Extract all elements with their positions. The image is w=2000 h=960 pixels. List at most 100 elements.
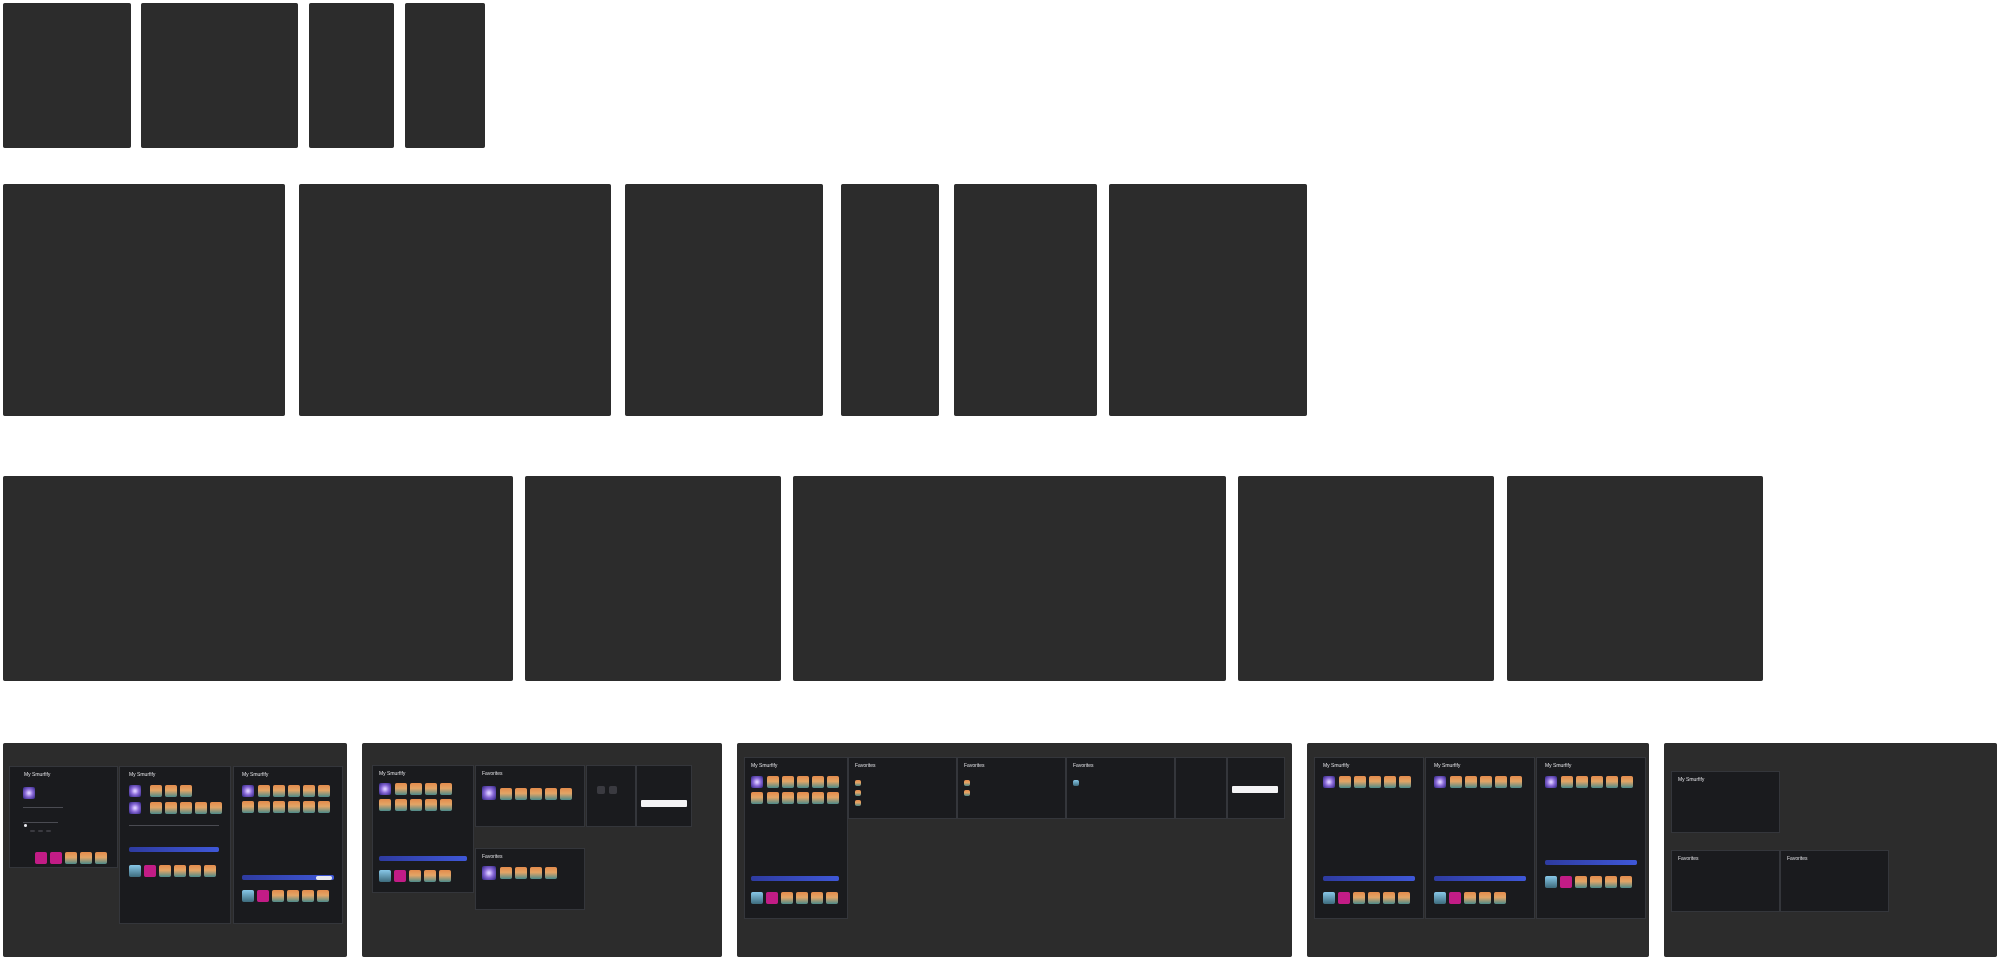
playlist-tile[interactable]: [65, 852, 77, 864]
text-input[interactable]: [1232, 786, 1278, 793]
playlist-tile[interactable]: [545, 867, 557, 879]
playlist-tile[interactable]: [1510, 776, 1522, 788]
playlist-tile[interactable]: [1450, 776, 1462, 788]
playlist-tile[interactable]: [258, 801, 270, 813]
playlist-tile[interactable]: [500, 788, 512, 800]
playlist-tile[interactable]: [1323, 892, 1335, 904]
playlist-tile[interactable]: [395, 799, 407, 811]
playlist-tile[interactable]: [410, 799, 422, 811]
playlist-tile[interactable]: [812, 776, 824, 788]
playlist-tile[interactable]: [80, 852, 92, 864]
playlist-tile[interactable]: [258, 785, 270, 797]
playlist-tile[interactable]: [257, 890, 269, 902]
playlist-tile[interactable]: [1399, 776, 1411, 788]
playlist-tile[interactable]: [303, 801, 315, 813]
playlist-tile[interactable]: [395, 783, 407, 795]
text-input[interactable]: [641, 800, 687, 807]
playlist-tile[interactable]: [180, 785, 192, 797]
playlist-tile[interactable]: [1545, 876, 1557, 888]
playlist-tile[interactable]: [1383, 892, 1395, 904]
playlist-tile[interactable]: [1605, 876, 1617, 888]
playlist-tile[interactable]: [204, 865, 216, 877]
playlist-tile[interactable]: [144, 865, 156, 877]
playlist-tile[interactable]: [50, 852, 62, 864]
playlist-tile[interactable]: [288, 785, 300, 797]
playlist-tile[interactable]: [1354, 776, 1366, 788]
playlist-tile[interactable]: [272, 890, 284, 902]
connect-banner[interactable]: [751, 876, 839, 881]
connect-button[interactable]: [316, 875, 332, 880]
playlist-tile[interactable]: [1384, 776, 1396, 788]
playlist-tile[interactable]: [767, 776, 779, 788]
playlist-tile[interactable]: [751, 792, 763, 804]
playlist-tile[interactable]: [439, 870, 451, 882]
playlist-tile[interactable]: [1561, 776, 1573, 788]
playlist-tile[interactable]: [409, 870, 421, 882]
playlist-tile[interactable]: [150, 802, 162, 814]
playlist-tile[interactable]: [95, 852, 107, 864]
playlist-tile[interactable]: [1434, 892, 1446, 904]
playlist-tile[interactable]: [515, 788, 527, 800]
playlist-tile[interactable]: [1368, 892, 1380, 904]
playlist-tile[interactable]: [1465, 776, 1477, 788]
playlist-tile[interactable]: [1590, 876, 1602, 888]
playlist-tile[interactable]: [210, 802, 222, 814]
playlist-tile[interactable]: [766, 892, 778, 904]
playlist-tile[interactable]: [195, 802, 207, 814]
playlist-tile[interactable]: [318, 801, 330, 813]
playlist-tile[interactable]: [1560, 876, 1572, 888]
playlist-tile[interactable]: [1494, 892, 1506, 904]
playlist-tile[interactable]: [1576, 776, 1588, 788]
playlist-tile[interactable]: [1606, 776, 1618, 788]
playlist-tile[interactable]: [1353, 892, 1365, 904]
playlist-tile[interactable]: [1495, 776, 1507, 788]
connect-banner[interactable]: [1545, 860, 1637, 865]
playlist-tile[interactable]: [288, 801, 300, 813]
playlist-tile[interactable]: [242, 890, 254, 902]
playlist-tile[interactable]: [410, 783, 422, 795]
playlist-tile[interactable]: [545, 788, 557, 800]
connect-banner[interactable]: [379, 856, 467, 861]
playlist-tile[interactable]: [302, 890, 314, 902]
playlist-tile[interactable]: [189, 865, 201, 877]
playlist-tile[interactable]: [440, 799, 452, 811]
playlist-tile[interactable]: [150, 785, 162, 797]
playlist-tile[interactable]: [781, 892, 793, 904]
playlist-tile[interactable]: [1449, 892, 1461, 904]
playlist-tile[interactable]: [287, 890, 299, 902]
playlist-tile[interactable]: [317, 890, 329, 902]
playlist-tile[interactable]: [318, 785, 330, 797]
playlist-tile[interactable]: [379, 799, 391, 811]
connect-banner[interactable]: [129, 847, 219, 852]
playlist-tile[interactable]: [811, 892, 823, 904]
playlist-tile[interactable]: [1480, 776, 1492, 788]
playlist-tile[interactable]: [826, 892, 838, 904]
playlist-tile[interactable]: [827, 792, 839, 804]
playlist-tile[interactable]: [797, 792, 809, 804]
playlist-tile[interactable]: [440, 783, 452, 795]
playlist-tile[interactable]: [394, 870, 406, 882]
playlist-tile[interactable]: [530, 788, 542, 800]
playlist-tile[interactable]: [1575, 876, 1587, 888]
playlist-tile[interactable]: [751, 892, 763, 904]
playlist-tile[interactable]: [767, 792, 779, 804]
playlist-tile[interactable]: [174, 865, 186, 877]
playlist-tile[interactable]: [129, 865, 141, 877]
playlist-tile[interactable]: [273, 801, 285, 813]
playlist-tile[interactable]: [1479, 892, 1491, 904]
playlist-tile[interactable]: [1464, 892, 1476, 904]
playlist-tile[interactable]: [1398, 892, 1410, 904]
connect-banner[interactable]: [1434, 876, 1526, 881]
playlist-tile[interactable]: [812, 792, 824, 804]
playlist-tile[interactable]: [782, 792, 794, 804]
playlist-tile[interactable]: [1591, 776, 1603, 788]
playlist-tile[interactable]: [242, 801, 254, 813]
playlist-tile[interactable]: [782, 776, 794, 788]
playlist-tile[interactable]: [165, 785, 177, 797]
playlist-tile[interactable]: [303, 785, 315, 797]
playlist-tile[interactable]: [159, 865, 171, 877]
playlist-tile[interactable]: [1369, 776, 1381, 788]
playlist-tile[interactable]: [796, 892, 808, 904]
playlist-tile[interactable]: [180, 802, 192, 814]
playlist-tile[interactable]: [379, 870, 391, 882]
